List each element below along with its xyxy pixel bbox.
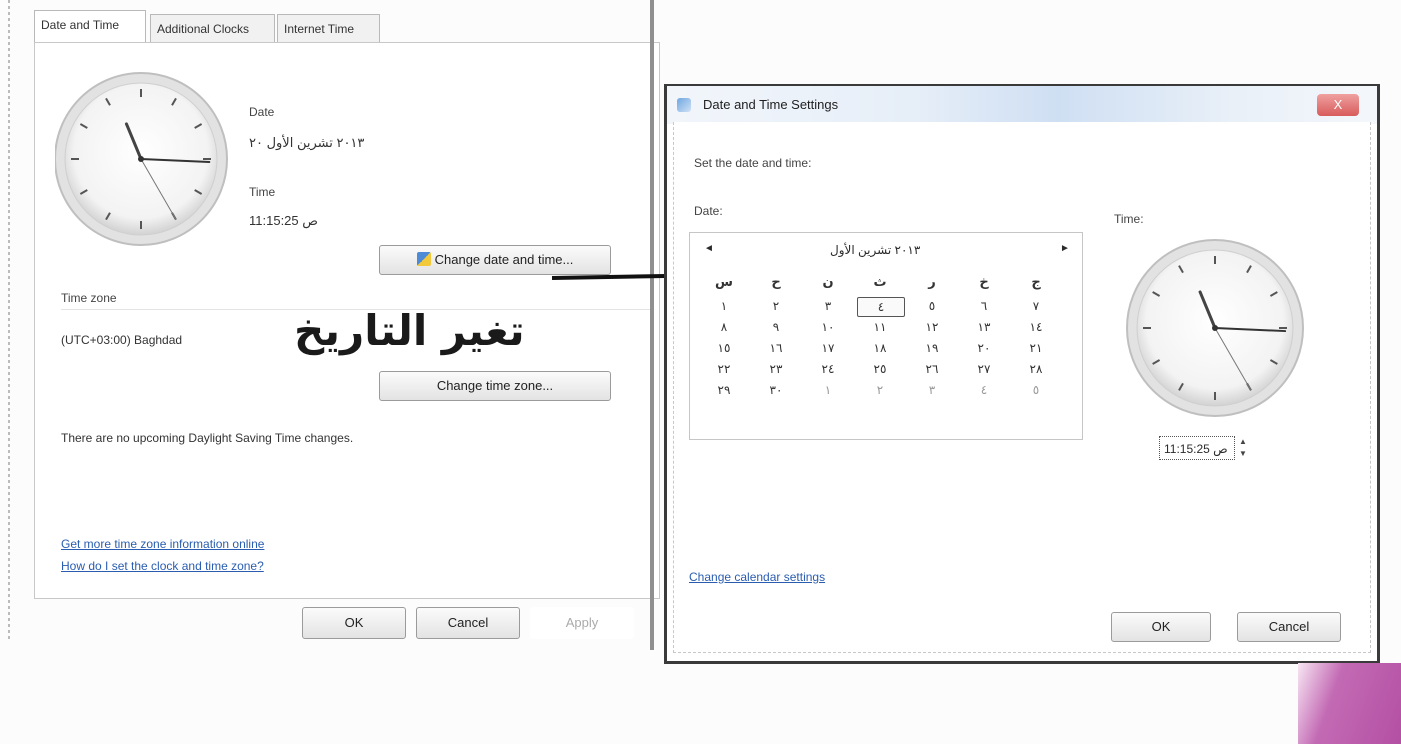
change-time-zone-button[interactable]: Change time zone... <box>379 371 611 401</box>
calendar-next-button[interactable]: ► <box>1060 243 1070 254</box>
cancel-button[interactable]: Cancel <box>416 607 520 639</box>
close-icon: X <box>1333 97 1343 112</box>
calendar-day[interactable]: ٢٩ <box>710 381 738 399</box>
calendar-day[interactable]: ٢٧ <box>970 360 998 378</box>
calendar-day[interactable]: ٢١ <box>1022 339 1050 357</box>
calendar-day[interactable]: ١ <box>710 297 738 315</box>
calendar-weekday-header: خ <box>979 274 989 289</box>
scan-edge <box>8 0 10 640</box>
analog-clock <box>1126 239 1304 417</box>
calendar: ◄ ٢٠١٣ تشرين الأول ► س ح ن ث ر خ ج ١ ٢ ٣ ٤ ٥ ٦ ٧ ٨ ٩ ١٠ ١… <box>689 232 1083 440</box>
ok-button[interactable]: OK <box>1111 612 1211 642</box>
calendar-day[interactable]: ١٠ <box>814 318 842 336</box>
date-time-settings-dialog: Date and Time Settings X Set the date an… <box>664 84 1380 664</box>
dst-note: There are no upcoming Daylight Saving Ti… <box>61 431 354 445</box>
calendar-day[interactable]: ١٩ <box>918 339 946 357</box>
decorative-corner <box>1298 663 1401 744</box>
annotation-caption: تغير التاريخ <box>294 306 526 355</box>
date-label: Date: <box>694 204 723 218</box>
calendar-day[interactable]: ٤ <box>857 297 905 317</box>
close-button[interactable]: X <box>1317 94 1359 116</box>
app-icon <box>677 98 691 112</box>
calendar-day[interactable]: ٢ <box>762 297 790 315</box>
time-value: 11:15:25 ص <box>249 213 318 228</box>
calendar-day[interactable]: ٣ <box>814 297 842 315</box>
calendar-weekday-header: ر <box>928 274 936 289</box>
calendar-day[interactable]: ١٦ <box>762 339 790 357</box>
calendar-weekday-header: ج <box>1031 274 1041 289</box>
analog-clock <box>55 72 228 246</box>
change-date-and-time-button[interactable]: Change date and time... <box>379 245 611 275</box>
time-spinner[interactable]: ▲ ▼ <box>1239 436 1247 460</box>
title-bar: Date and Time Settings X <box>667 86 1377 124</box>
calendar-day[interactable]: ٢٢ <box>710 360 738 378</box>
calendar-day[interactable]: ٢٥ <box>866 360 894 378</box>
calendar-day[interactable]: ٣٠ <box>762 381 790 399</box>
calendar-day[interactable]: ١٢ <box>918 318 946 336</box>
time-input[interactable]: 11:15:25 ص <box>1159 436 1235 460</box>
change-calendar-settings-link[interactable]: Change calendar settings <box>689 570 825 584</box>
calendar-weekday-header: س <box>715 274 733 289</box>
dialog-title: Date and Time Settings <box>703 97 839 112</box>
date-label: Date <box>249 105 275 119</box>
calendar-prev-button[interactable]: ◄ <box>704 243 714 254</box>
calendar-day[interactable]: ١٥ <box>710 339 738 357</box>
calendar-day[interactable]: ٨ <box>710 318 738 336</box>
time-label: Time: <box>1114 212 1144 226</box>
calendar-day[interactable]: ٦ <box>970 297 998 315</box>
calendar-day[interactable]: ٢٠ <box>970 339 998 357</box>
time-label: Time <box>249 185 276 199</box>
tab-internet-time[interactable]: Internet Time <box>277 14 380 42</box>
calendar-weekday-header: ح <box>771 274 781 289</box>
calendar-month-label[interactable]: ٢٠١٣ تشرين الأول <box>830 243 920 257</box>
set-date-time-prompt: Set the date and time: <box>694 156 812 170</box>
tab-additional-clocks[interactable]: Additional Clocks <box>150 14 275 42</box>
spin-down-icon[interactable]: ▼ <box>1239 448 1247 460</box>
calendar-day[interactable]: ٢٤ <box>814 360 842 378</box>
spin-up-icon[interactable]: ▲ <box>1239 436 1247 448</box>
time-zone-label: Time zone <box>61 291 117 305</box>
change-date-and-time-label: Change date and time... <box>434 252 574 267</box>
more-time-zone-info-link[interactable]: Get more time zone information online <box>61 537 264 551</box>
cancel-button[interactable]: Cancel <box>1237 612 1341 642</box>
date-value: ٢٠١٣ تشرين الأول ٢٠ <box>249 135 365 150</box>
calendar-day[interactable]: ١ <box>814 381 842 399</box>
calendar-weekday-header: ن <box>822 274 834 289</box>
calendar-day[interactable]: ٥ <box>1022 381 1050 399</box>
shield-icon <box>416 252 431 266</box>
calendar-day[interactable]: ٥ <box>918 297 946 315</box>
calendar-day[interactable]: ١٨ <box>866 339 894 357</box>
calendar-day[interactable]: ١١ <box>866 318 894 336</box>
calendar-day[interactable]: ٢٨ <box>1022 360 1050 378</box>
calendar-day[interactable]: ٤ <box>970 381 998 399</box>
calendar-day[interactable]: ٢٣ <box>762 360 790 378</box>
calendar-day[interactable]: ١٤ <box>1022 318 1050 336</box>
ok-button[interactable]: OK <box>302 607 406 639</box>
calendar-day[interactable]: ٧ <box>1022 297 1050 315</box>
calendar-day[interactable]: ١٣ <box>970 318 998 336</box>
calendar-day[interactable]: ٢٦ <box>918 360 946 378</box>
how-set-clock-link[interactable]: How do I set the clock and time zone? <box>61 559 264 573</box>
calendar-weekday-header: ث <box>873 274 887 289</box>
apply-button[interactable]: Apply <box>530 607 634 639</box>
calendar-day[interactable]: ٢ <box>866 381 894 399</box>
dialog-edge <box>650 0 654 650</box>
calendar-day[interactable]: ٣ <box>918 381 946 399</box>
time-zone-value: (UTC+03:00) Baghdad <box>61 333 183 347</box>
calendar-day[interactable]: ١٧ <box>814 339 842 357</box>
tab-date-and-time[interactable]: Date and Time <box>34 10 146 43</box>
calendar-day[interactable]: ٩ <box>762 318 790 336</box>
